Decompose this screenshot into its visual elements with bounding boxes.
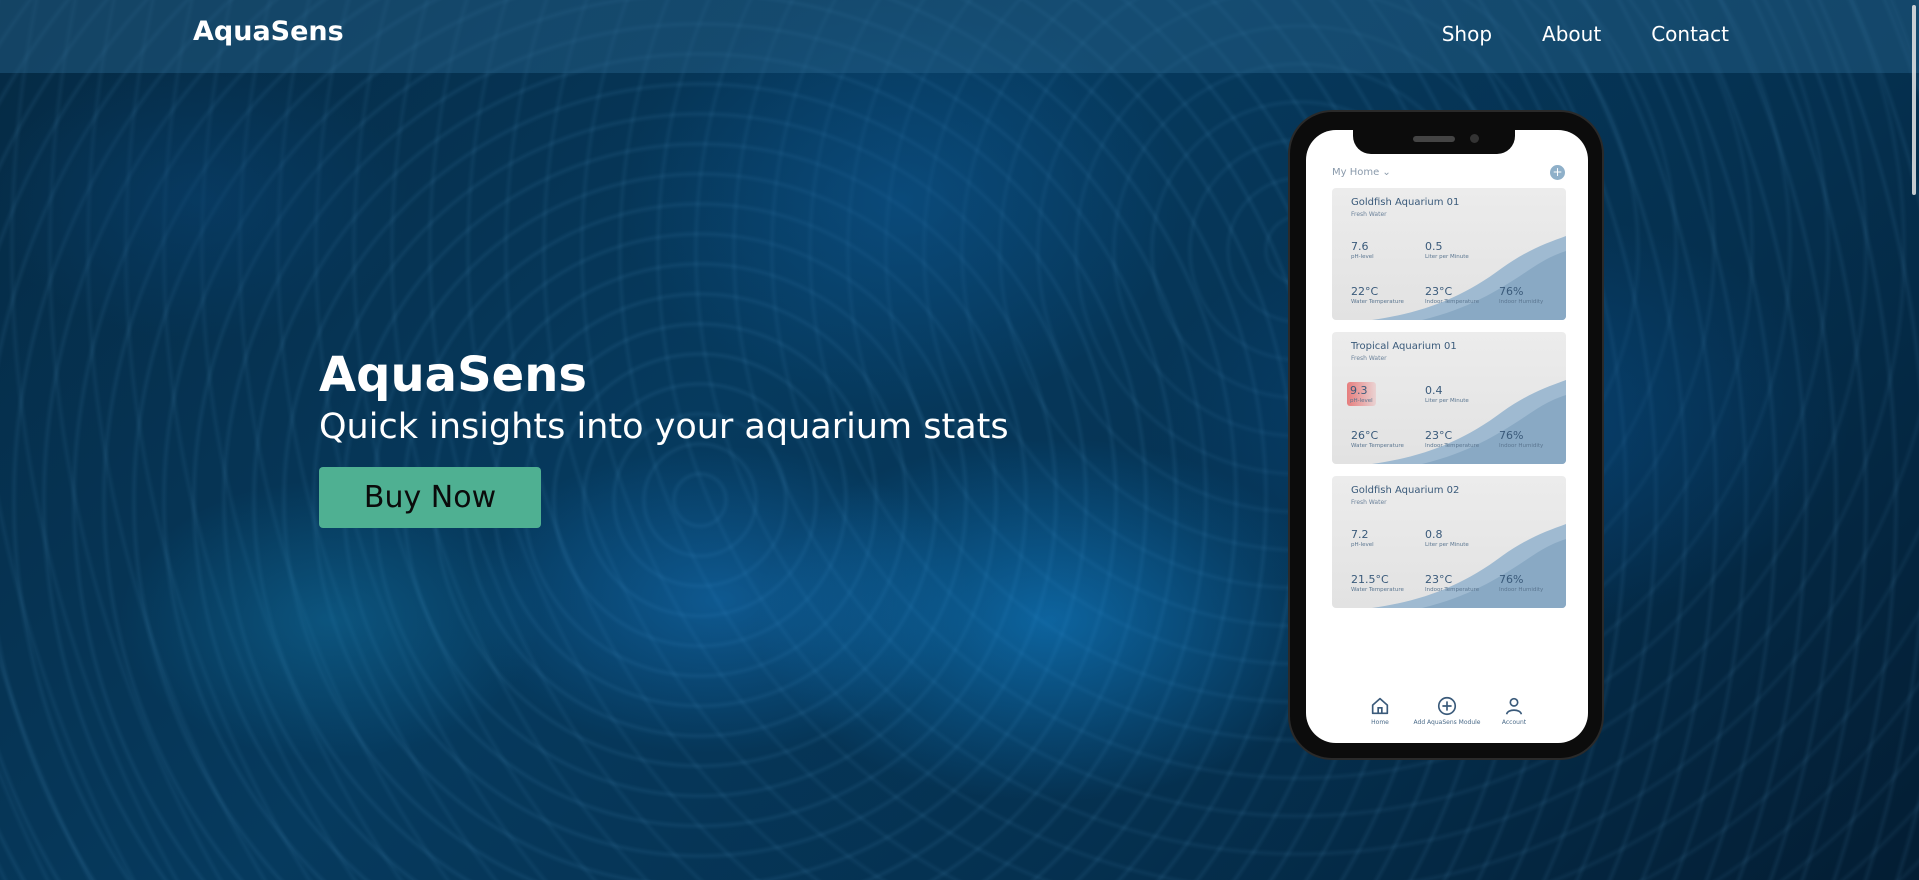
top-navbar: AquaSens Shop About Contact [0, 0, 1919, 73]
bottom-nav-home[interactable]: Home [1353, 695, 1408, 726]
water-temp-label: Water Temperature [1351, 299, 1404, 305]
flow-stat: 0.8 Liter per Minute [1425, 528, 1469, 548]
humidity-value: 76% [1499, 429, 1524, 442]
bottom-nav-label: Account [1501, 719, 1527, 726]
ph-label: pH-level [1351, 542, 1374, 548]
phone-bottom-nav: Home Add AquaSens Module Account [1306, 695, 1588, 726]
card-title: Goldfish Aquarium 02 [1351, 485, 1460, 496]
nav-link-contact[interactable]: Contact [1651, 22, 1729, 46]
humidity-stat: 76% Indoor Humidity [1499, 429, 1543, 449]
ph-stat-alert: 9.3 pH-level [1347, 382, 1376, 406]
indoor-temp-stat: 23°C Indoor Temperature [1425, 285, 1479, 305]
humidity-label: Indoor Humidity [1499, 443, 1544, 449]
account-icon [1505, 697, 1523, 715]
humidity-label: Indoor Humidity [1499, 299, 1544, 305]
indoor-temp-value: 23°C [1425, 285, 1453, 298]
bottom-nav-account[interactable]: Account [1487, 695, 1542, 726]
aquarium-card[interactable]: Goldfish Aquarium 01 Fresh Water 7.6 pH-… [1332, 188, 1566, 320]
flow-value: 0.4 [1425, 384, 1443, 397]
water-temp-stat: 22°C Water Temperature [1351, 285, 1404, 305]
phone-mockup: My Home ⌄ + Goldfish Aquarium 01 Fresh W… [1288, 110, 1604, 760]
humidity-value: 76% [1499, 573, 1524, 586]
flow-stat: 0.4 Liter per Minute [1425, 384, 1469, 404]
phone-screen: My Home ⌄ + Goldfish Aquarium 01 Fresh W… [1306, 130, 1588, 743]
bottom-nav-label: Home [1371, 719, 1389, 726]
flow-label: Liter per Minute [1425, 398, 1469, 404]
buy-now-button[interactable]: Buy Now [319, 467, 541, 528]
camera-icon [1470, 134, 1479, 143]
card-water-type: Fresh Water [1351, 211, 1387, 218]
indoor-temp-label: Indoor Temperature [1425, 299, 1480, 305]
ph-value: 7.6 [1351, 240, 1369, 253]
home-icon [1371, 697, 1389, 715]
ph-stat: 7.2 pH-level [1351, 528, 1374, 548]
humidity-value: 76% [1499, 285, 1524, 298]
water-temp-label: Water Temperature [1351, 587, 1404, 593]
humidity-stat: 76% Indoor Humidity [1499, 573, 1543, 593]
indoor-temp-stat: 23°C Indoor Temperature [1425, 573, 1479, 593]
indoor-temp-label: Indoor Temperature [1425, 587, 1480, 593]
hero-subtitle: Quick insights into your aquarium stats [319, 407, 1009, 447]
indoor-temp-value: 23°C [1425, 429, 1453, 442]
flow-value: 0.5 [1425, 240, 1443, 253]
card-title: Goldfish Aquarium 01 [1351, 197, 1460, 208]
brand-logo[interactable]: AquaSens [193, 16, 344, 47]
indoor-temp-stat: 23°C Indoor Temperature [1425, 429, 1479, 449]
bottom-nav-add-module[interactable]: Add AquaSens Module [1414, 695, 1480, 726]
add-icon[interactable]: + [1550, 165, 1565, 180]
water-temp-stat: 21.5°C Water Temperature [1351, 573, 1404, 593]
add-circle-icon [1437, 696, 1457, 716]
flow-value: 0.8 [1425, 528, 1443, 541]
ph-value: 7.2 [1351, 528, 1369, 541]
ph-label: pH-level [1351, 254, 1374, 260]
flow-label: Liter per Minute [1425, 254, 1469, 260]
page-scrollbar[interactable] [1905, 0, 1919, 880]
water-temp-stat: 26°C Water Temperature [1351, 429, 1404, 449]
water-temp-value: 26°C [1351, 429, 1379, 442]
humidity-stat: 76% Indoor Humidity [1499, 285, 1543, 305]
card-water-type: Fresh Water [1351, 499, 1387, 506]
ph-stat: 7.6 pH-level [1351, 240, 1374, 260]
nav-links: Shop About Contact [1442, 22, 1729, 46]
aquarium-card[interactable]: Tropical Aquarium 01 Fresh Water 9.3 pH-… [1332, 332, 1566, 464]
indoor-temp-value: 23°C [1425, 573, 1453, 586]
flow-stat: 0.5 Liter per Minute [1425, 240, 1469, 260]
home-selector[interactable]: My Home ⌄ [1332, 167, 1391, 178]
indoor-temp-label: Indoor Temperature [1425, 443, 1480, 449]
ph-value: 9.3 [1350, 384, 1368, 397]
aquarium-card[interactable]: Goldfish Aquarium 02 Fresh Water 7.2 pH-… [1332, 476, 1566, 608]
humidity-label: Indoor Humidity [1499, 587, 1544, 593]
card-title: Tropical Aquarium 01 [1351, 341, 1457, 352]
scrollbar-thumb[interactable] [1912, 5, 1916, 195]
nav-link-shop[interactable]: Shop [1442, 22, 1492, 46]
phone-notch [1353, 130, 1515, 154]
water-temp-value: 21.5°C [1351, 573, 1389, 586]
water-temp-label: Water Temperature [1351, 443, 1404, 449]
hero-title: AquaSens [319, 347, 587, 403]
ph-label: pH-level [1350, 398, 1373, 404]
flow-label: Liter per Minute [1425, 542, 1469, 548]
speaker-grille [1413, 136, 1455, 142]
hero-section: AquaSens Quick insights into your aquari… [319, 345, 1009, 528]
bottom-nav-label: Add AquaSens Module [1413, 719, 1481, 726]
water-temp-value: 22°C [1351, 285, 1379, 298]
card-water-type: Fresh Water [1351, 355, 1387, 362]
nav-link-about[interactable]: About [1542, 22, 1601, 46]
